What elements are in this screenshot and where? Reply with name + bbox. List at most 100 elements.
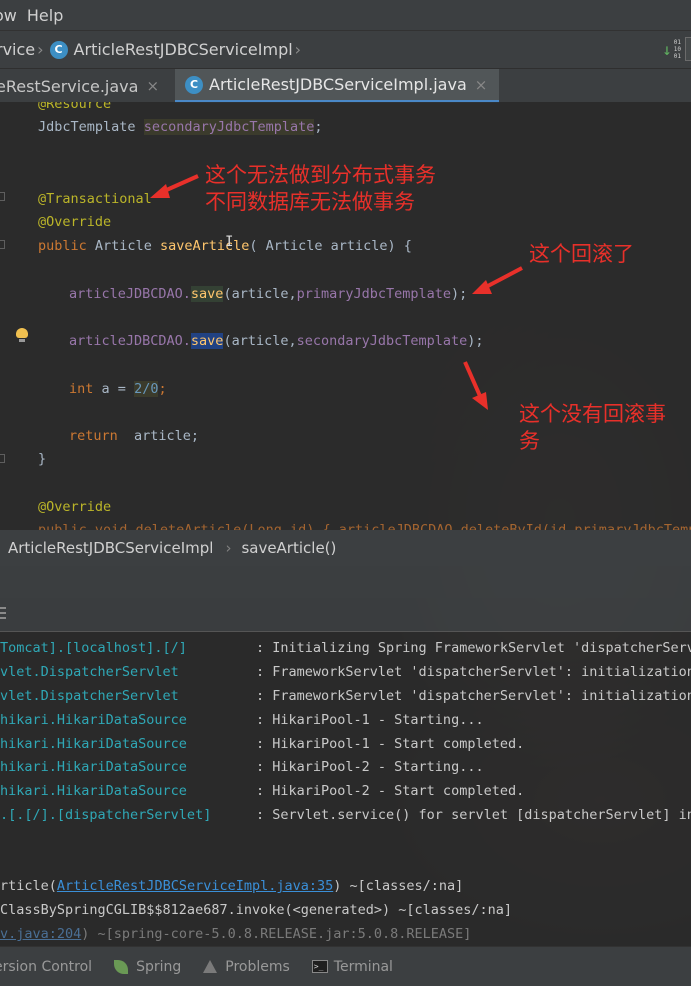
code-args: (article, xyxy=(223,333,297,349)
annotation-override: @Override xyxy=(38,214,112,230)
code-line: @Override xyxy=(38,214,111,230)
log-logger: hikari.HikariDataSource xyxy=(0,736,187,752)
tool-window-spring[interactable]: Spring xyxy=(114,959,181,975)
menu-item-window[interactable]: ow xyxy=(0,6,27,25)
keyword: int xyxy=(69,381,94,397)
menu-bar: ow Help xyxy=(0,0,691,30)
log-logger: hikari.HikariDataSource xyxy=(0,712,187,728)
menu-icon[interactable] xyxy=(0,607,6,622)
field-name: articleJDBCDAO. xyxy=(69,333,191,349)
nav-crumb-class[interactable]: ArticleRestJDBCServiceImpl xyxy=(74,40,293,59)
trace-text: ClassBySpringCGLIB$$812ae687.invoke(<gen… xyxy=(0,902,513,918)
chevron-right-icon: › xyxy=(294,40,302,59)
editor-breadcrumb: ArticleRestJDBCServiceImpl › saveArticle… xyxy=(0,530,691,566)
annotation-transactional: @Transactional xyxy=(38,191,152,207)
stack-trace-line: v.java:204) ~[spring-core-5.0.8.RELEASE.… xyxy=(0,926,471,942)
code-line: JdbcTemplate secondaryJdbcTemplate; xyxy=(38,119,323,135)
method-params: ( Article article) { xyxy=(249,238,412,254)
log-message: : FrameworkServlet 'dispatcherServlet': … xyxy=(256,664,691,680)
nav-crumb-service[interactable]: rvice xyxy=(0,40,35,59)
tool-window-version-control[interactable]: ersion Control xyxy=(0,959,92,975)
breadcrumb-method[interactable]: saveArticle() xyxy=(241,539,336,557)
trace-text: ) ~[spring-core-5.0.8.RELEASE.jar:5.0.8.… xyxy=(81,926,472,942)
toolbar-button[interactable] xyxy=(685,37,691,61)
fold-marker-icon[interactable] xyxy=(0,454,5,463)
code-line: @Resource xyxy=(38,102,111,112)
navigation-bar: rvice › C ArticleRestJDBCServiceImpl › ↓… xyxy=(0,30,691,68)
warning-icon xyxy=(203,960,218,973)
class-icon: C xyxy=(185,75,204,94)
code-punct: ; xyxy=(314,119,323,135)
tool-window-label: ersion Control xyxy=(0,958,93,975)
annotation-note-distributed: 这个无法做到分布式事务 不同数据库无法做事务 xyxy=(205,162,436,216)
code-punct: ); xyxy=(467,333,484,349)
annotation-text: 不同数据库无法做事务 xyxy=(205,190,415,214)
run-panel-header xyxy=(0,566,691,598)
variable-name: a xyxy=(101,381,110,397)
console-output[interactable]: Tomcat].[localhost].[/]: Initializing Sp… xyxy=(0,632,691,946)
closing-brace: } xyxy=(38,451,47,467)
field-name: articleJDBCDAO. xyxy=(69,286,191,302)
tool-window-label: Problems xyxy=(225,958,290,975)
terminal-icon: >_ xyxy=(311,960,328,973)
code-punct: ); xyxy=(451,286,468,302)
log-logger: hikari.HikariDataSource xyxy=(0,759,187,775)
trace-text: rticle( xyxy=(0,878,57,894)
annotation-text: 这个没有回滚事 xyxy=(519,402,666,426)
code-line: } xyxy=(38,451,46,467)
chevron-right-icon: › xyxy=(37,40,44,59)
tab-rest-service[interactable]: eRestService.java × xyxy=(0,69,175,103)
code-line: @Transactional xyxy=(38,191,152,207)
log-message: : HikariPool-1 - Starting... xyxy=(256,712,484,728)
code-line: articleJDBCDAO.save(article,primaryJdbcT… xyxy=(69,286,467,302)
log-logger: .[.[/].[dispatcherServlet] xyxy=(0,807,212,823)
field-name: secondaryJdbcTemplate xyxy=(143,119,315,135)
chevron-right-icon: › xyxy=(225,539,232,557)
close-icon[interactable]: × xyxy=(475,76,488,94)
log-logger: vlet.DispatcherServlet xyxy=(0,688,179,704)
annotation-resource: @Resource xyxy=(38,102,112,112)
spring-leaf-icon xyxy=(114,959,129,974)
code-line: articleJDBCDAO.save(article,secondaryJdb… xyxy=(69,333,484,349)
tool-window-terminal[interactable]: >_ Terminal xyxy=(311,958,393,975)
code-args: (article, xyxy=(223,286,297,302)
annotation-note-rolled-back: 这个回滚了 xyxy=(529,242,634,266)
type-name: Article xyxy=(94,238,152,254)
fold-marker-icon[interactable] xyxy=(0,240,5,249)
method-signature: public void deleteArticle(Long id) { art… xyxy=(38,522,691,530)
text-cursor-icon: I xyxy=(225,234,234,250)
code-punct: ; xyxy=(158,381,167,397)
tool-window-problems[interactable]: Problems xyxy=(203,959,290,975)
stack-trace-line: rticle(ArticleRestJDBCServiceImpl.java:3… xyxy=(0,878,463,894)
close-icon[interactable]: × xyxy=(146,77,159,95)
breadcrumb-class[interactable]: ArticleRestJDBCServiceImpl xyxy=(8,539,213,557)
fold-marker-icon[interactable] xyxy=(0,192,5,201)
tab-label: eRestService.java xyxy=(0,76,139,96)
log-message: : Servlet.service() for servlet [dispatc… xyxy=(256,807,691,823)
annotation-note-not-rolled-back: 这个没有回滚事务 xyxy=(519,401,666,455)
log-message: : FrameworkServlet 'dispatcherServlet': … xyxy=(256,688,691,704)
binary-data-icon[interactable]: ↓ 01 10 01 xyxy=(662,39,681,60)
tab-rest-jdbc-service-impl[interactable]: C ArticleRestJDBCServiceImpl.java × xyxy=(175,69,500,103)
annotation-override: @Override xyxy=(38,499,112,515)
source-link[interactable]: v.java:204 xyxy=(0,926,81,942)
annotation-text: 这个无法做到分布式事务 xyxy=(205,163,436,187)
return-value: article; xyxy=(117,428,200,444)
field-name: secondaryJdbcTemplate xyxy=(296,333,468,349)
log-message: : HikariPool-1 - Start completed. xyxy=(256,736,525,752)
stack-trace-line: ClassBySpringCGLIB$$812ae687.invoke(<gen… xyxy=(0,902,512,918)
source-link[interactable]: ArticleRestJDBCServiceImpl.java:35 xyxy=(57,878,333,894)
code-line: return article; xyxy=(69,428,199,444)
keyword: public xyxy=(38,238,87,254)
tool-window-bar: ersion Control Spring Problems >_ Termin… xyxy=(0,946,691,986)
tab-label: ArticleRestJDBCServiceImpl.java xyxy=(209,75,467,94)
lightbulb-icon[interactable] xyxy=(16,328,28,342)
log-message: : HikariPool-2 - Start completed. xyxy=(256,783,525,799)
method-call: save xyxy=(190,286,224,302)
menu-item-help[interactable]: Help xyxy=(27,6,73,25)
trace-text: ) ~[classes/:na] xyxy=(333,878,464,894)
method-name: saveArticle xyxy=(159,238,250,254)
editor-tabs: eRestService.java × C ArticleRestJDBCSer… xyxy=(0,68,691,103)
code-line: int a = 2/0; xyxy=(69,381,167,397)
tool-window-label: Terminal xyxy=(333,958,393,975)
